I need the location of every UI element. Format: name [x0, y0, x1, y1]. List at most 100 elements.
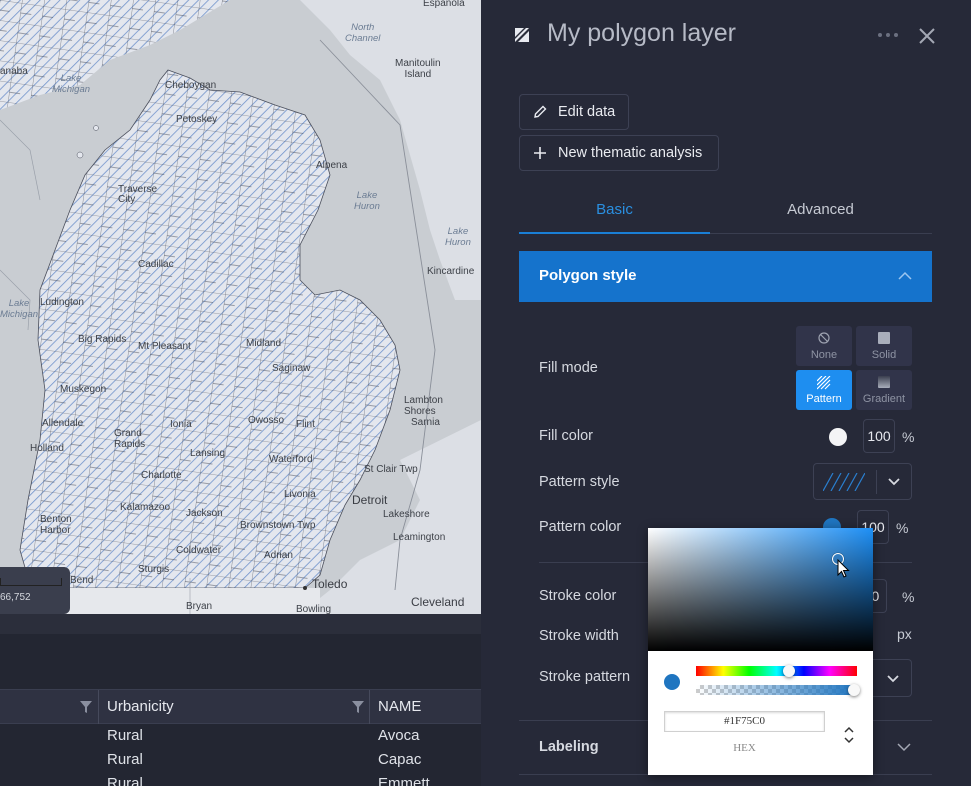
table-cell: Avoca: [378, 727, 420, 744]
fill-mode-solid-button[interactable]: Solid: [856, 326, 912, 366]
polygon-style-header[interactable]: Polygon style: [519, 251, 932, 302]
fill-mode-label: Fill mode: [539, 360, 598, 376]
map-label: Charlotte: [141, 470, 182, 481]
column-header-name[interactable]: NAME: [378, 690, 421, 724]
map-label: Lambton Shores: [404, 395, 443, 417]
pattern-style-select[interactable]: [813, 463, 912, 500]
chevron-down-icon: [888, 478, 900, 486]
map-label: Coldwater: [176, 545, 222, 556]
fill-mode-gradient-button[interactable]: Gradient: [856, 370, 912, 410]
map-label: Bryan: [186, 601, 213, 612]
style-tabs: Basic Advanced: [519, 188, 932, 234]
alpha-slider[interactable]: [696, 685, 857, 695]
attribute-table: Urbanicity NAME Rural Avoca Rural Capac …: [0, 634, 481, 786]
column-divider[interactable]: [369, 690, 370, 724]
hue-slider-thumb[interactable]: [783, 665, 795, 677]
tab-basic[interactable]: Basic: [519, 188, 710, 234]
mouse-pointer-icon: [837, 559, 850, 578]
edit-data-label: Edit data: [558, 104, 616, 120]
fill-mode-none-button[interactable]: None: [796, 326, 852, 366]
fill-mode-solid-label: Solid: [871, 349, 897, 361]
new-thematic-analysis-button[interactable]: New thematic analysis: [519, 135, 719, 171]
map-label: Traverse City: [118, 184, 158, 205]
plus-icon: [534, 147, 546, 159]
chevron-down-icon[interactable]: [897, 742, 911, 752]
close-icon[interactable]: [917, 26, 937, 46]
map-label: Flint: [296, 419, 315, 430]
map-label: Ludington: [40, 297, 84, 308]
more-options-icon[interactable]: [878, 27, 902, 43]
map-label: Owosso: [248, 415, 285, 426]
filter-icon[interactable]: [352, 701, 364, 713]
table-cell: Capac: [378, 751, 422, 768]
map-label: Holland: [30, 443, 64, 454]
diagonal-pattern-icon: [823, 473, 865, 491]
map-label: Cleveland: [411, 595, 465, 609]
hue-slider[interactable]: [696, 666, 857, 676]
table-toolbar: [0, 614, 481, 634]
map-label: Big Rapids: [78, 334, 127, 345]
stroke-opacity-unit: %: [902, 589, 915, 605]
map-view[interactable]: Espanola North Channel Manitoulin Island…: [0, 0, 481, 614]
map-label: Bowling: [296, 604, 332, 614]
fill-color-swatch[interactable]: [829, 428, 847, 446]
map-label: Sarnia: [411, 417, 440, 428]
map-label: Waterford: [269, 454, 313, 465]
column-divider[interactable]: [98, 690, 99, 724]
labeling-header[interactable]: Labeling: [539, 739, 599, 755]
map-label: Mt Pleasant: [138, 341, 191, 352]
tab-advanced[interactable]: Advanced: [715, 188, 926, 232]
scale-panel: [0, 567, 70, 614]
hex-label: HEX: [733, 742, 756, 754]
map-label: Lake Huron: [354, 190, 380, 212]
pattern-opacity-unit: %: [896, 520, 909, 536]
map-label: Espanola: [423, 0, 465, 9]
map-label: North Channel: [345, 22, 381, 44]
pencil-icon: [534, 105, 547, 118]
hex-input[interactable]: #1F75C0: [664, 711, 825, 732]
column-header-urbanicity[interactable]: Urbanicity: [107, 690, 174, 724]
layer-title[interactable]: My polygon layer: [547, 19, 736, 48]
filter-icon[interactable]: [80, 701, 92, 713]
map-label: Lake Michigan: [0, 298, 39, 320]
map-label: Petoskey: [176, 114, 218, 125]
map-label: Manitoulin Island: [395, 58, 441, 80]
map-label: Midland: [246, 338, 282, 349]
table-cell: Rural: [107, 775, 143, 786]
pattern-style-label: Pattern style: [539, 474, 620, 490]
gradient-icon: [878, 376, 890, 388]
map-label: anaba: [0, 66, 28, 77]
section-title: Polygon style: [539, 267, 637, 284]
chevron-down-icon: [887, 675, 899, 683]
fill-color-label: Fill color: [539, 428, 593, 444]
map-label: Jackson: [186, 508, 223, 519]
table-cell: Emmett: [378, 775, 430, 786]
fill-opacity-input[interactable]: 100: [863, 419, 895, 453]
map-label: Adrian: [264, 550, 293, 561]
map-label: Lakeshore: [383, 509, 430, 520]
map-label: Kalamazoo: [120, 502, 171, 513]
map-label: Brownstown Twp: [240, 520, 316, 531]
map-label: Cadillac: [138, 259, 174, 270]
format-toggle-icon[interactable]: [842, 723, 856, 747]
map-label: Muskegon: [60, 384, 107, 395]
map-label: Detroit: [352, 493, 388, 507]
scale-value: 66,752: [0, 592, 31, 603]
color-picker-popup[interactable]: #1F75C0 HEX: [648, 528, 873, 775]
color-preview: [664, 674, 680, 690]
map-label: Kincardine: [427, 266, 475, 277]
alpha-slider-thumb[interactable]: [848, 684, 860, 696]
edit-data-button[interactable]: Edit data: [519, 94, 629, 130]
map-label: Bend: [70, 575, 94, 586]
new-analysis-label: New thematic analysis: [558, 145, 703, 161]
table-cell: Rural: [107, 727, 143, 744]
fill-mode-pattern-button[interactable]: Pattern: [796, 370, 852, 410]
map-label: Lansing: [190, 448, 226, 459]
stroke-pattern-select[interactable]: [871, 659, 912, 697]
table-cell: Rural: [107, 751, 143, 768]
map-label: Alpena: [316, 160, 348, 171]
stroke-pattern-label: Stroke pattern: [539, 669, 631, 685]
map-label: Toledo: [312, 577, 348, 591]
stroke-color-label: Stroke color: [539, 588, 617, 604]
saturation-area[interactable]: [648, 528, 873, 651]
